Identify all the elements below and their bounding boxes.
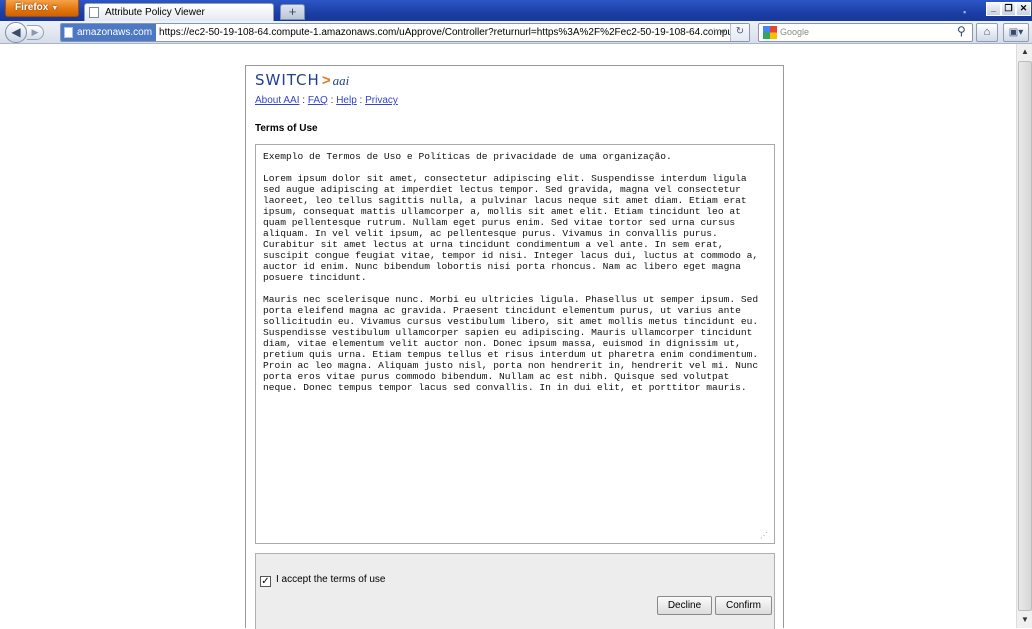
firefox-menu-button[interactable]: Firefox ▼ <box>5 0 79 17</box>
link-separator: : <box>327 95 337 106</box>
resize-grip-icon[interactable]: ⋰ <box>760 531 768 540</box>
home-button[interactable]: ⌂ <box>976 23 998 42</box>
maximize-button[interactable]: ❐ <box>1001 2 1016 16</box>
logo-switch-text: SWITCH <box>255 71 320 89</box>
scroll-up-arrow-icon[interactable]: ▲ <box>1017 44 1032 60</box>
magnifier-icon[interactable]: ⚲ <box>957 24 966 38</box>
bookmarks-button[interactable]: ▣▾ <box>1003 23 1029 42</box>
vertical-scrollbar[interactable]: ▲ ▼ <box>1016 44 1032 628</box>
navigation-toolbar: ◀ ▶ amazonaws.com https://ec2-50-19-108-… <box>0 21 1032 44</box>
search-bar[interactable]: Google <box>758 23 973 42</box>
link-separator: : <box>356 95 366 106</box>
tab-title: Attribute Policy Viewer <box>105 7 205 18</box>
terms-textarea[interactable]: Exemplo de Termos de Uso e Políticas de … <box>255 144 775 544</box>
link-faq[interactable]: FAQ <box>308 95 328 106</box>
accept-checkbox[interactable]: ✓ <box>260 576 271 587</box>
header-links: About AAI : FAQ : Help : Privacy <box>255 95 398 106</box>
browser-tab[interactable]: Attribute Policy Viewer <box>84 3 274 21</box>
link-help[interactable]: Help <box>336 95 357 106</box>
firefox-menu-label: Firefox <box>15 2 49 13</box>
reload-icon[interactable]: ↻ <box>730 24 749 41</box>
terms-paragraph: Mauris nec scelerisque nunc. Morbi eu ul… <box>263 294 759 393</box>
home-icon: ⌂ <box>983 26 991 38</box>
page-icon <box>89 7 99 18</box>
window-titlebar: Firefox ▼ Attribute Policy Viewer + ▪ _ ❐… <box>0 0 1032 21</box>
site-identity-button[interactable]: amazonaws.com <box>61 24 157 41</box>
page-icon <box>64 27 73 38</box>
back-button[interactable]: ◀ <box>5 22 27 43</box>
titlebar-separator: ▪ <box>963 7 967 17</box>
dropdown-arrow-icon: ▼ <box>51 5 59 12</box>
scroll-thumb[interactable] <box>1018 61 1032 611</box>
confirm-button[interactable]: Confirm <box>715 596 772 615</box>
search-engine-icon[interactable] <box>763 26 777 39</box>
content-frame: SWITCH > aai About AAI : FAQ : Help : Priv… <box>245 65 784 629</box>
close-window-button[interactable]: ✕ <box>1016 2 1031 16</box>
link-privacy[interactable]: Privacy <box>365 95 398 106</box>
forward-arrow-icon: ▶ <box>31 27 39 37</box>
logo-arrow: > <box>321 72 331 89</box>
link-about-aai[interactable]: About AAI <box>255 95 299 106</box>
url-bar[interactable]: amazonaws.com https://ec2-50-19-108-64.c… <box>60 23 750 42</box>
scroll-down-arrow-icon[interactable]: ▼ <box>1017 612 1032 628</box>
bookmarks-icon: ▣▾ <box>1008 27 1024 38</box>
terms-paragraph: Lorem ipsum dolor sit amet, consectetur … <box>263 173 759 283</box>
link-separator: : <box>299 95 308 106</box>
accept-label[interactable]: I accept the terms of use <box>276 574 386 585</box>
forward-button[interactable]: ▶ <box>27 25 44 40</box>
accept-row[interactable]: ✓ I accept the terms of use <box>260 574 386 587</box>
terms-paragraph: Exemplo de Termos de Uso e Políticas de … <box>263 151 672 162</box>
terms-heading: Terms of Use <box>255 123 318 134</box>
switch-aai-logo: SWITCH > aai <box>255 71 349 90</box>
url-text[interactable]: https://ec2-50-19-108-64.compute-1.amazo… <box>159 27 749 38</box>
logo-aai-text: aai <box>332 73 350 88</box>
check-icon: ✓ <box>261 576 270 587</box>
back-arrow-icon: ◀ <box>11 25 21 39</box>
url-history-dropdown-icon[interactable]: ▼ <box>719 24 727 41</box>
star-icon[interactable]: ☆ <box>709 24 719 41</box>
page-viewport: SWITCH > aai About AAI : FAQ : Help : Priv… <box>0 44 1032 629</box>
minimize-button[interactable]: _ <box>986 2 1001 16</box>
search-placeholder: Google <box>780 27 810 37</box>
accept-panel: ✓ I accept the terms of use Decline Confi… <box>255 553 775 629</box>
decline-button[interactable]: Decline <box>657 596 712 615</box>
site-identity-label: amazonaws.com <box>77 27 153 38</box>
new-tab-button[interactable]: + <box>280 4 305 20</box>
